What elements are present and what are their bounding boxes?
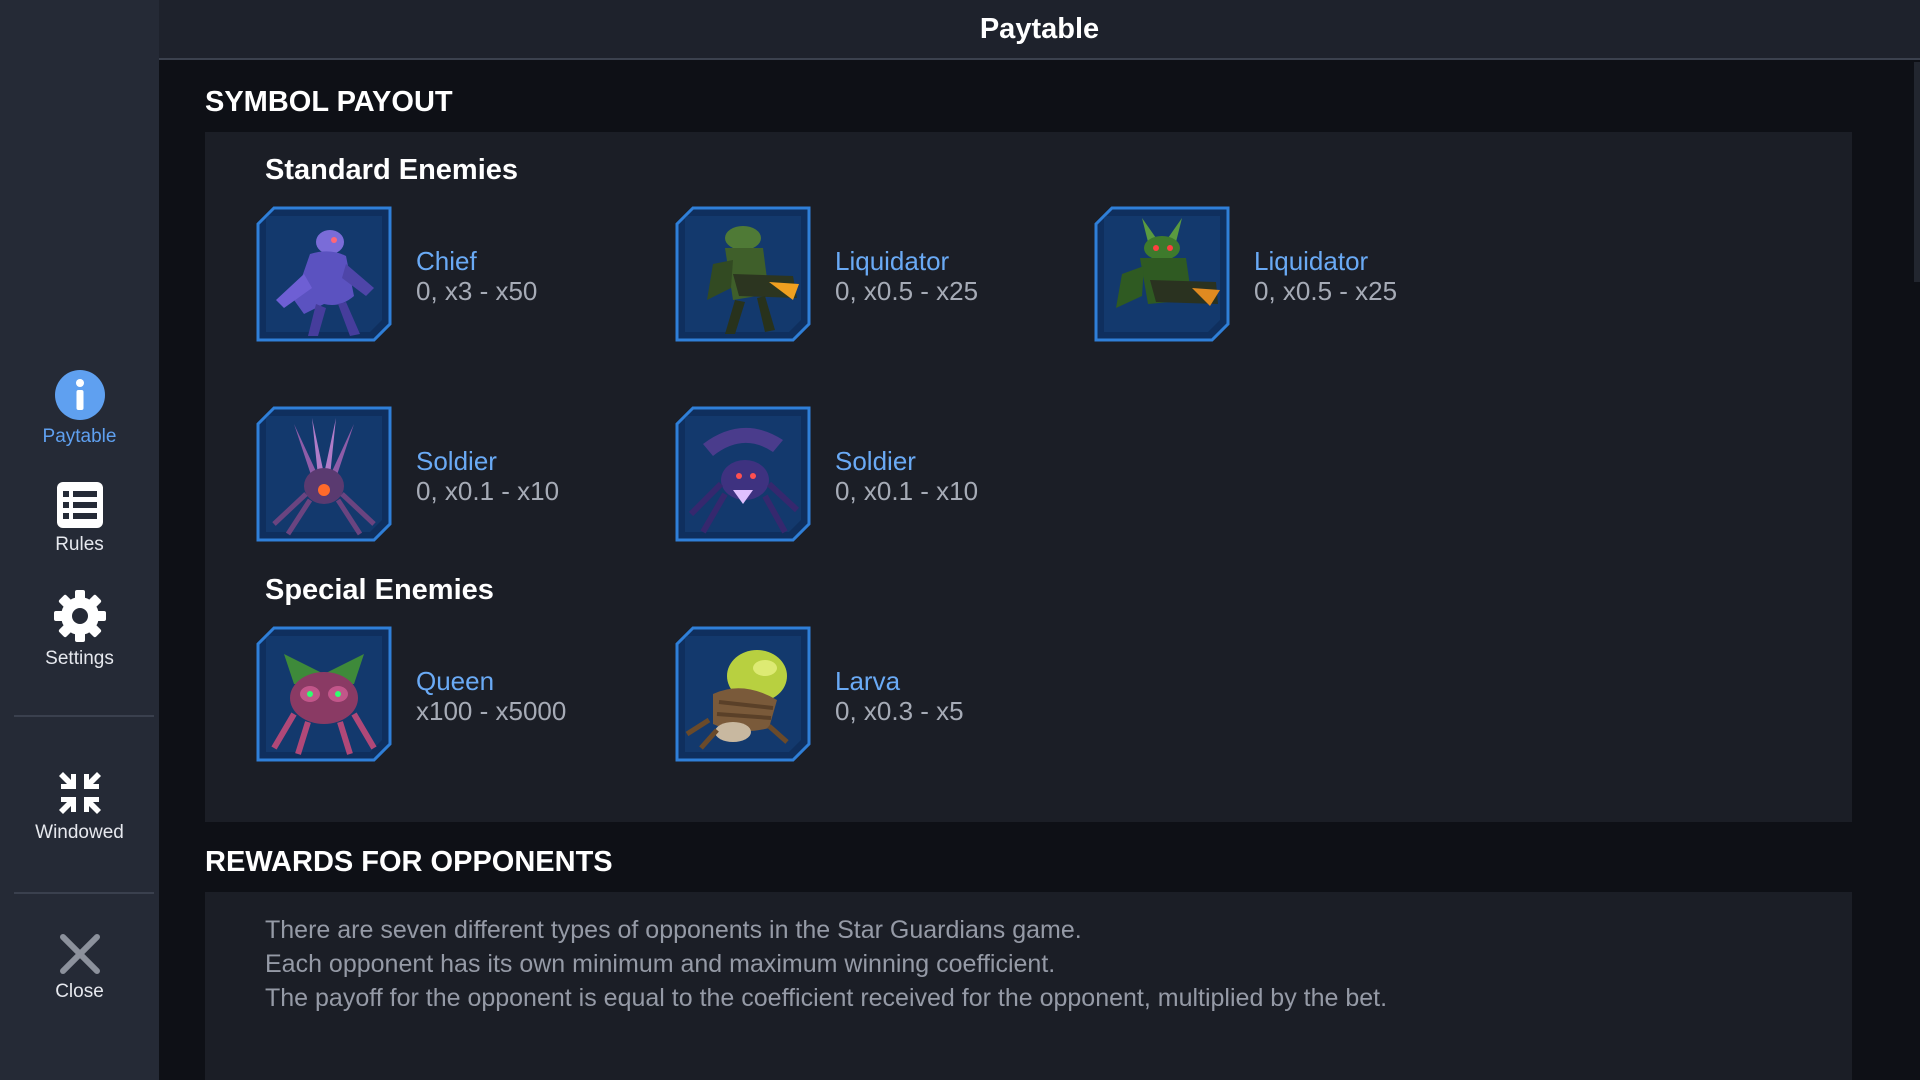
symbol-liquidator-1: Liquidator 0, x0.5 - x25 xyxy=(673,204,1073,344)
group-title-standard: Standard Enemies xyxy=(265,154,519,186)
rewards-panel: There are seven different types of oppon… xyxy=(205,892,1852,1080)
sidebar-item-label: Close xyxy=(55,981,104,1002)
symbol-chief: Chief 0, x3 - x50 xyxy=(254,204,654,344)
sidebar-item-label: Rules xyxy=(55,534,104,555)
sidebar-divider xyxy=(14,892,154,894)
sidebar: Paytable Rules Settings Windowed Close xyxy=(0,0,159,1080)
sidebar-item-label: Settings xyxy=(45,648,114,669)
page-title: Paytable xyxy=(979,12,1100,45)
symbol-payout: 0, x0.3 - x5 xyxy=(835,696,964,726)
sidebar-item-windowed[interactable]: Windowed xyxy=(0,770,159,844)
symbol-liquidator-2: Liquidator 0, x0.5 - x25 xyxy=(1092,204,1492,344)
section-title-symbol-payout: SYMBOL PAYOUT xyxy=(205,86,453,118)
rewards-line: Each opponent has its own minimum and ma… xyxy=(265,950,1056,978)
symbol-payout: 0, x0.1 - x10 xyxy=(835,476,979,506)
soldier-symbol-icon xyxy=(256,406,392,542)
liquidator-symbol-icon xyxy=(1094,206,1230,342)
scrollbar[interactable] xyxy=(1914,62,1920,282)
minimize-icon xyxy=(58,772,101,814)
close-icon xyxy=(59,934,100,974)
symbol-larva: Larva 0, x0.3 - x5 xyxy=(673,624,1073,764)
gear-icon xyxy=(53,590,106,642)
symbol-name: Queen xyxy=(416,666,495,696)
queen-symbol-icon xyxy=(256,626,392,762)
sidebar-item-close[interactable]: Close xyxy=(0,933,159,1003)
symbol-payout: 0, x0.1 - x10 xyxy=(416,476,560,506)
info-icon xyxy=(54,370,105,420)
sidebar-item-settings[interactable]: Settings xyxy=(0,590,159,670)
symbol-name: Soldier xyxy=(416,446,497,476)
soldier-symbol-icon xyxy=(675,406,811,542)
symbol-name: Liquidator xyxy=(1254,246,1369,276)
symbol-name: Larva xyxy=(835,666,901,696)
symbol-payout: x100 - x5000 xyxy=(416,696,567,726)
symbol-payout: 0, x0.5 - x25 xyxy=(835,276,979,306)
sidebar-item-label: Windowed xyxy=(35,822,124,843)
main-content: SYMBOL PAYOUT Standard Enemies Chief 0, … xyxy=(159,62,1920,1080)
symbol-name: Chief xyxy=(416,246,477,276)
group-title-special: Special Enemies xyxy=(265,574,494,606)
symbol-name: Soldier xyxy=(835,446,916,476)
rewards-line: There are seven different types of oppon… xyxy=(265,916,1082,944)
symbol-payout-panel: Standard Enemies Chief 0, x3 - x50 Liqui… xyxy=(205,132,1852,822)
symbol-queen: Queen x100 - x5000 xyxy=(254,624,654,764)
symbol-soldier-1: Soldier 0, x0.1 - x10 xyxy=(254,404,654,544)
symbol-name: Liquidator xyxy=(835,246,950,276)
symbol-payout: 0, x0.5 - x25 xyxy=(1254,276,1398,306)
liquidator-symbol-icon xyxy=(675,206,811,342)
sidebar-item-paytable[interactable]: Paytable xyxy=(0,370,159,448)
rewards-line: The payoff for the opponent is equal to … xyxy=(265,984,1388,1012)
symbol-payout: 0, x3 - x50 xyxy=(416,276,538,306)
sidebar-item-rules[interactable]: Rules xyxy=(0,482,159,556)
chief-symbol-icon xyxy=(256,206,392,342)
header-bar: Paytable xyxy=(159,0,1920,60)
symbol-soldier-2: Soldier 0, x0.1 - x10 xyxy=(673,404,1073,544)
sidebar-divider xyxy=(14,715,154,717)
section-title-rewards: REWARDS FOR OPPONENTS xyxy=(205,846,613,878)
sidebar-item-label: Paytable xyxy=(42,426,117,447)
larva-symbol-icon xyxy=(675,626,811,762)
list-icon xyxy=(56,482,103,528)
